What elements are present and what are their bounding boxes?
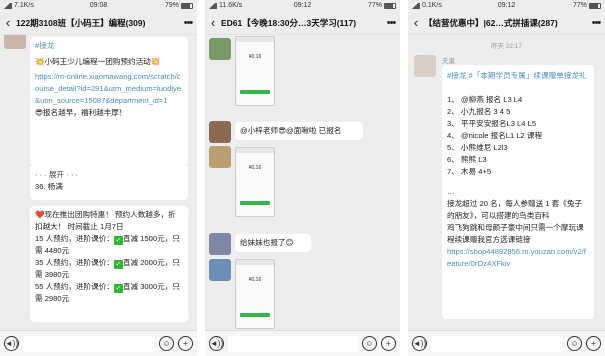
network-speed: 7.1K/s [14,2,34,9]
chat-header: ‹ ED61【今晚18:30分…3天学习(117) ••• [205,11,400,35]
sender-name: 夫巢 [442,58,455,65]
message-bubble[interactable]: #接龙 #「本期学员专属」续课赠单接龙礼 1、 @柳燕 报名 L3 L4 2、 … [442,65,594,319]
chat-screen-2: 11.6K/s 09:12 77% ‹ ED61【今晚18:30分…3天学习(1… [205,0,400,356]
list-item: 1、 @柳燕 报名 L3 L4 [447,95,523,104]
more-options-icon[interactable]: ••• [587,17,605,29]
list-item: 7、 木易 4+5 [447,167,492,176]
voice-icon[interactable]: ◄)) [412,336,427,351]
message-text: 给妹妹也报了😊 [240,238,294,247]
message-input[interactable] [23,335,155,352]
battery-icon [181,2,193,9]
message-text: 💥小码王少儿编程一团购预约活动💥 [35,57,161,66]
message-text: ❤️现在推出团购特惠！ 预约人数越多，折扣越大！ 时间截止 1月7日 [35,210,176,231]
plus-icon[interactable]: + [586,336,601,351]
battery-percent: 77% [572,2,587,9]
battery-icon [589,2,601,9]
chat-screen-1: 7.1K/s 09:08 79% ‹ 122期3108班【小码王】编程(309)… [0,0,197,356]
check-icon: ✓ [113,284,123,293]
screenshot-amount: ¥0.16 [248,54,262,60]
tier-text: 55 人预约，进阶课价： [35,282,114,291]
signal-icon [209,2,217,9]
battery-percent: 77% [367,2,382,9]
message-link[interactable]: https://m-online.xiaomawang.com/scratch/… [35,71,183,107]
back-arrow-icon[interactable]: ‹ [205,15,221,30]
list-item: 2、 小九报名 3 4 5 [447,107,511,116]
network-speed: 0.1K/s [422,2,442,9]
screenshot-amount: ¥0.16 [248,277,262,283]
status-bar: 0.1K/s 09:12 77% [408,0,605,11]
chat-title: ED61【今晚18:30分…3天学习(117) [221,17,357,28]
chat-title: 122期3108班【小码王】编程(309) [16,17,146,28]
hashtag[interactable]: #接龙 [35,40,183,52]
hashtag[interactable]: #接龙 #「本期学员专属」续课赠单接龙礼 [447,70,589,82]
list-item: 6、 熊熊 L3 [447,155,487,164]
status-bar: 11.6K/s 09:12 77% [205,0,400,11]
avatar[interactable] [209,38,231,60]
input-bar: ◄)) ☺ + [205,330,400,356]
payment-screenshot[interactable]: ¥0.16 [235,259,275,329]
battery-percent: 79% [164,2,179,9]
avatar[interactable] [209,259,231,281]
avatar[interactable] [209,233,231,255]
message-text: 😎报名越早，福利越丰厚！ [35,108,127,117]
plus-icon[interactable]: + [178,336,193,351]
message-list[interactable]: 昨天 22:17 夫巢 #接龙 #「本期学员专属」续课赠单接龙礼 1、 @柳燕 … [408,35,605,330]
payment-screenshot[interactable]: ¥0.16 [235,147,275,217]
chat-header: ‹ 【结营优惠中】|62…式拼插课(287) ••• [408,11,605,35]
avatar[interactable] [414,55,436,77]
back-arrow-icon[interactable]: ‹ [408,15,424,30]
message-bubble[interactable]: 给妹妹也报了😊 [235,234,311,252]
clock: 09:12 [293,2,312,9]
avatar[interactable] [4,35,26,49]
tier-text: 35 人预约，进阶课价： [35,258,114,267]
status-bar: 7.1K/s 09:08 79% [0,0,197,11]
message-bubble-continued[interactable]: · · · 展开 · · · 36. 杨满 [30,166,188,200]
message-text: 鸡飞狗跳和母颜子豪中间只需一个摩玩课程续课赠我官方选课链接 [447,223,584,244]
chat-title: 【结营优惠中】|62…式拼插课(287) [424,17,558,28]
message-list[interactable]: #接龙 💥小码王少儿编程一团购预约活动💥 https://m-online.xi… [0,35,197,330]
list-item: 36. 杨满 [35,182,63,191]
timestamp: 昨天 22:17 [490,43,523,50]
signal-icon [412,2,420,9]
list-item: 5、 小熊维尼 L2l3 [447,143,508,152]
message-list[interactable]: ¥0.16 @小梓老师😎@面啾啦 已报名 ¥0.16 给妹妹也报了😊 ¥0.16 [205,35,400,330]
avatar[interactable] [209,121,231,143]
message-input[interactable] [228,335,358,352]
list-item: 4、 @nicole 报名L1 L2 课程 [447,131,543,140]
message-link[interactable]: https://shop44892856.m.youzan.com/v2/fea… [447,246,589,270]
payment-screenshot[interactable]: ¥0.16 [235,36,275,106]
message-bubble[interactable]: @小梓老师😎@面啾啦 已报名 [235,122,363,140]
clock: 09:08 [89,2,108,9]
clock: 09:12 [497,2,516,9]
signal-icon [4,2,12,9]
battery-icon [384,2,396,9]
list-item: 3、 平平安安报名L3 L4 L5 [447,119,537,128]
chat-header: ‹ 122期3108班【小码王】编程(309) ••• [0,11,197,35]
input-bar: ◄)) ☺ + [0,330,197,356]
more-options-icon[interactable]: ••• [382,17,400,29]
expand-link[interactable]: · · · 展开 · · · [35,169,183,181]
emoji-icon[interactable]: ☺ [362,336,377,351]
message-input[interactable] [431,335,563,352]
voice-icon[interactable]: ◄)) [4,336,19,351]
avatar[interactable] [209,146,231,168]
emoji-icon[interactable]: ☺ [567,336,582,351]
message-bubble[interactable]: #接龙 💥小码王少儿编程一团购预约活动💥 https://m-online.xi… [30,37,188,166]
network-speed: 11.6K/s [219,2,243,9]
check-icon: ✓ [113,260,123,269]
more-options-icon[interactable]: ••• [179,17,197,29]
message-bubble[interactable]: ❤️现在推出团购特惠！ 预约人数越多，折扣越大！ 时间截止 1月7日 15 人预… [30,206,188,322]
tier-text: 15 人预约，进阶课价： [35,234,114,243]
back-arrow-icon[interactable]: ‹ [0,15,16,30]
chat-screen-3: 0.1K/s 09:12 77% ‹ 【结营优惠中】|62…式拼插课(287) … [408,0,605,356]
message-text: 接龙超过 20 名，每人参赠送 1 套《兔子的朋友》，可以搭建的鸟类百科 [447,199,583,220]
screenshot-amount: ¥0.16 [248,165,262,171]
ellipsis: … [447,187,455,196]
message-text: @小梓老师😎@面啾啦 已报名 [240,126,342,135]
voice-icon[interactable]: ◄)) [209,336,224,351]
check-icon: ✓ [113,236,123,245]
emoji-icon[interactable]: ☺ [159,336,174,351]
input-bar: ◄)) ☺ + [408,330,605,356]
plus-icon[interactable]: + [381,336,396,351]
